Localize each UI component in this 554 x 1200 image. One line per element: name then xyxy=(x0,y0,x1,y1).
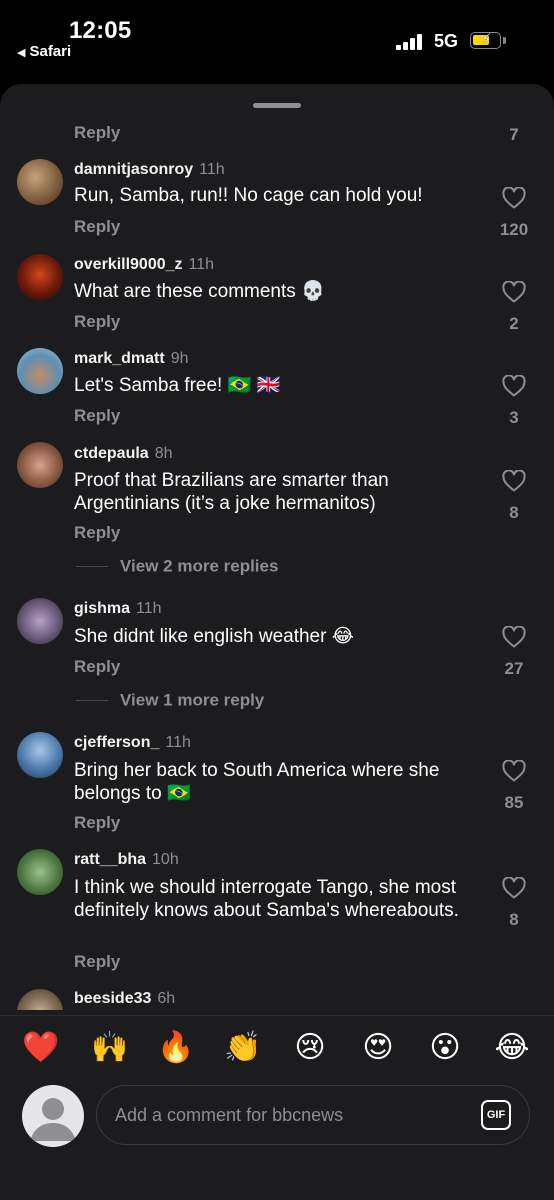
status-bar: 12:05 ◀ Safari 5G ⚡ xyxy=(0,0,554,80)
emoji-fire-button[interactable]: 🔥 xyxy=(153,1026,199,1070)
battery-charging-icon: ⚡ xyxy=(470,31,501,49)
view-more-replies-button[interactable]: View 1 more reply xyxy=(76,690,264,711)
username[interactable]: overkill9000_z xyxy=(74,256,183,273)
like-count: 2 xyxy=(509,314,519,333)
username[interactable]: beeside33 xyxy=(74,990,151,1007)
like-count: 120 xyxy=(499,220,529,239)
gif-button[interactable]: GIF xyxy=(481,1100,511,1130)
comment-time: 9h xyxy=(170,350,189,367)
comment-username-row[interactable]: gishma 11h xyxy=(74,600,162,618)
comment-placeholder: Add a comment for bbcnews xyxy=(115,1105,344,1125)
comment-username-row[interactable]: cjefferson_ 11h xyxy=(74,734,191,752)
comment-time: 10h xyxy=(152,851,179,868)
comment-input[interactable]: Add a comment for bbcnews GIF xyxy=(96,1085,530,1145)
username[interactable]: mark_dmatt xyxy=(74,350,165,367)
comment-time: 6h xyxy=(157,990,176,1007)
reply-button[interactable]: Reply xyxy=(74,123,120,143)
comment-text: She didnt like english weather 😂 xyxy=(74,626,354,647)
comment-time: 11h xyxy=(136,600,162,617)
divider xyxy=(76,566,108,568)
username[interactable]: gishma xyxy=(74,600,130,617)
emoji-heart-button[interactable]: ❤️ xyxy=(18,1026,64,1070)
like-count: 27 xyxy=(504,659,524,678)
emoji-raised-hands-button[interactable]: 🙌 xyxy=(87,1026,133,1070)
like-heart-icon[interactable] xyxy=(502,877,526,899)
comment-time: 8h xyxy=(154,445,173,462)
like-count: 7 xyxy=(509,125,519,144)
emoji-surprised-button[interactable]: 😮 xyxy=(422,1026,468,1070)
reply-button[interactable]: Reply xyxy=(74,312,120,332)
reply-button[interactable]: Reply xyxy=(74,813,120,833)
network-type: 5G xyxy=(434,31,459,51)
username[interactable]: cjefferson_ xyxy=(74,734,159,751)
divider xyxy=(76,700,108,702)
back-to-safari-button[interactable]: ◀ Safari xyxy=(17,43,71,60)
username[interactable]: ctdepaula xyxy=(74,445,149,462)
like-heart-icon[interactable] xyxy=(502,760,526,782)
avatar[interactable] xyxy=(17,598,63,644)
emoji-heart-eyes-button[interactable]: 😍 xyxy=(355,1026,401,1070)
comment-text: What are these comments 💀 xyxy=(74,281,325,302)
avatar[interactable] xyxy=(17,348,63,394)
like-heart-icon[interactable] xyxy=(502,375,526,397)
username[interactable]: ratt__bha xyxy=(74,851,146,868)
battery-cap xyxy=(503,37,506,44)
comment-text: I think we should interrogate Tango, she… xyxy=(74,877,459,921)
comment-time: 11h xyxy=(188,256,215,273)
comment-text: Bring her back to South America where sh… xyxy=(74,760,440,804)
view-more-replies-button[interactable]: View 2 more replies xyxy=(76,556,278,577)
avatar[interactable] xyxy=(17,442,63,488)
emoji-crying-button[interactable]: 😢 xyxy=(287,1026,333,1070)
emoji-clap-button[interactable]: 👏 xyxy=(220,1026,266,1070)
avatar[interactable] xyxy=(17,254,63,300)
like-count: 85 xyxy=(504,793,524,812)
comment-text: Let's Samba free! 🇧🇷 🇬🇧 xyxy=(74,375,281,396)
comment-username-row[interactable]: damnitjasonroy 11h xyxy=(74,161,225,179)
reply-button[interactable]: Reply xyxy=(74,523,120,543)
avatar[interactable] xyxy=(17,732,63,778)
comment-time: 11h xyxy=(199,161,225,178)
divider xyxy=(0,1015,554,1016)
view-more-label: View 2 more replies xyxy=(120,556,279,576)
user-avatar-icon xyxy=(22,1085,84,1147)
reply-button[interactable]: Reply xyxy=(74,657,120,677)
clock: 12:05 xyxy=(69,17,132,44)
like-count: 8 xyxy=(509,910,519,929)
like-count: 3 xyxy=(509,408,519,427)
back-label: Safari xyxy=(29,43,72,60)
reply-button[interactable]: Reply xyxy=(74,217,120,237)
comment-username-row[interactable]: beeside33 6h xyxy=(74,990,175,1008)
emoji-reaction-bar: ❤️ 🙌 🔥 👏 😢 😍 😮 😂 xyxy=(0,1026,554,1070)
comment-time: 11h xyxy=(165,734,191,751)
emoji-laughing-button[interactable]: 😂 xyxy=(489,1026,535,1070)
like-count: 8 xyxy=(509,503,519,522)
like-heart-icon[interactable] xyxy=(502,281,526,303)
comment-text: Run, Samba, run!! No cage can hold you! xyxy=(74,185,423,206)
username[interactable]: damnitjasonroy xyxy=(74,161,193,178)
reply-button[interactable]: Reply xyxy=(74,406,120,426)
like-heart-icon[interactable] xyxy=(502,626,526,648)
comment-username-row[interactable]: mark_dmatt 9h xyxy=(74,350,189,368)
like-heart-icon[interactable] xyxy=(502,187,526,209)
view-more-label: View 1 more reply xyxy=(120,690,265,710)
comment-text: Proof that Brazilians are smarter than A… xyxy=(74,470,389,514)
reply-button[interactable]: Reply xyxy=(74,952,120,972)
avatar[interactable] xyxy=(17,849,63,895)
comment-username-row[interactable]: overkill9000_z 11h xyxy=(74,256,214,274)
avatar[interactable] xyxy=(17,159,63,205)
signal-icon xyxy=(396,34,426,50)
like-heart-icon[interactable] xyxy=(502,470,526,492)
comment-username-row[interactable]: ctdepaula 8h xyxy=(74,445,172,463)
back-arrow-icon: ◀ xyxy=(17,47,26,59)
comment-username-row[interactable]: ratt__bha 10h xyxy=(74,851,179,869)
sheet-grabber[interactable] xyxy=(253,103,301,108)
